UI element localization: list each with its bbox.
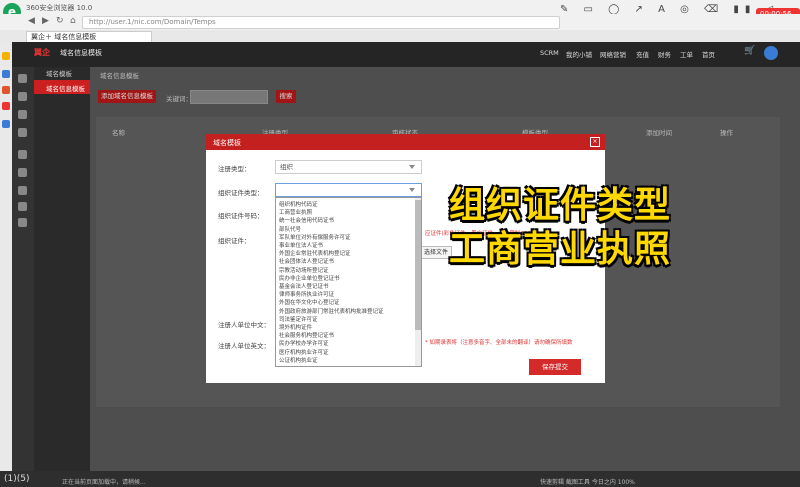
keyword-label: 关键词： [166,95,192,103]
top-nav-finance[interactable]: 财务 [658,49,671,59]
dropdown-option[interactable]: 社会团体法人登记证书 [279,257,334,265]
dropdown-option[interactable]: 外国在华文化中心登记证 [279,298,340,306]
page-counter: (1)(5) [4,474,30,484]
rail-lock-icon[interactable] [18,186,27,195]
cert-type-label: 组织证件类型： [218,189,264,197]
dropdown-option[interactable]: 军队单位对外有偿服务许可证 [279,233,351,241]
browser-title: 360安全浏览器 10.0 [26,4,93,12]
keyword-input[interactable] [190,90,268,104]
favorite-icon[interactable] [2,52,10,60]
registrant-en-label: 注册人单位英文： [218,342,270,350]
dropdown-scrollbar[interactable] [415,198,421,366]
app-sidebar [34,67,90,487]
cert-type-dropdown[interactable]: 组织机构代码证 工商营业执照 统一社会信用代码证书 部队代号 军队单位对外有偿服务许可证… [275,197,422,367]
dropdown-option[interactable]: 境外机构证件 [279,323,312,331]
table-header-actions: 操作 [720,129,733,137]
rail-home-icon[interactable] [18,74,27,83]
dropdown-option[interactable]: 组织机构代码证 [279,200,318,208]
sidebar-item-domain-info-template[interactable]: 域名信息模板 [46,83,85,93]
cart-icon[interactable]: 🛒 [744,46,755,56]
cert-type-select[interactable] [275,183,422,197]
doc-icon[interactable] [2,120,10,128]
dropdown-scroll-thumb[interactable] [415,200,421,330]
dropdown-option[interactable]: 外国政府旅游部门常驻代表机构批准登记证 [279,307,384,315]
save-submit-button[interactable]: 保存提交 [529,359,581,375]
weibo-icon[interactable] [2,86,10,94]
reg-type-value: 组织 [280,163,293,171]
dropdown-option[interactable]: 社会服务机构登记证书 [279,331,334,339]
top-nav-marketing[interactable]: 网络营销 [600,49,626,59]
rail-chart-icon[interactable] [18,128,27,137]
rail-cart-icon[interactable] [18,168,27,177]
rail-list-icon[interactable] [18,110,27,119]
rail-expand-icon[interactable] [18,150,27,159]
header-page-title: 域名信息模板 [60,49,102,57]
table-header-added-time: 添加时间 [646,129,672,137]
dropdown-option[interactable]: 外国企业常驻代表机构登记证 [279,249,351,257]
modal-close-button[interactable]: × [590,137,600,147]
cert-no-label: 组织证件号码： [218,212,264,220]
reg-type-select[interactable]: 组织 [275,160,422,174]
top-nav-shop[interactable]: 我的小铺 [566,49,592,59]
dropdown-option[interactable]: 部队代号 [279,225,301,233]
add-template-button[interactable]: 添加域名信息模板 [98,90,156,103]
dropdown-option[interactable]: 律师事务所执业许可证 [279,290,334,298]
dropdown-option[interactable]: 工商营业执照 [279,208,312,216]
back-icon[interactable]: ◀ [28,16,35,26]
dropdown-option[interactable]: 司法鉴定许可证 [279,315,318,323]
reg-type-label: 注册类型： [218,165,251,173]
dropdown-option[interactable]: 事业单位法人证书 [279,241,323,249]
rail-user-icon[interactable] [18,92,27,101]
top-nav-scrm[interactable]: SCRM [540,49,559,57]
dropdown-option[interactable]: 基金会法人登记证书 [279,282,329,290]
dropdown-option[interactable]: 民办学校办学许可证 [279,339,329,347]
top-nav-home[interactable]: 首页 [702,49,715,59]
forward-icon[interactable]: ▶ [42,16,49,26]
dropdown-option[interactable]: 医疗机构执业许可证 [279,348,329,356]
avatar[interactable] [764,46,778,60]
table-header-name: 名称 [112,129,125,137]
address-bar[interactable]: http://user.1/nic.com/Domain/Temps [82,16,560,29]
dropdown-option[interactable]: 宗教活动场所登记证 [279,266,329,274]
registrant-cn-label: 注册人单位中文： [218,321,270,329]
top-nav-recharge[interactable]: 充值 [636,49,649,59]
dropdown-option[interactable]: 统一社会信用代码证书 [279,216,334,224]
chevron-down-icon [409,188,415,192]
mail-icon[interactable] [2,70,10,78]
chevron-down-icon [409,165,415,169]
top-nav-ticket[interactable]: 工单 [680,49,693,59]
breadcrumb: 域名信息模板 [100,72,139,80]
refresh-icon[interactable]: ↻ [56,16,64,26]
news-icon[interactable] [2,102,10,110]
dropdown-option[interactable]: 民办非企业单位登记证书 [279,274,340,282]
home-icon[interactable]: ⌂ [70,16,76,26]
dropdown-option[interactable]: 公证机构执业证 [279,356,318,364]
sidebar-item-domain-template[interactable]: 域名模板 [46,68,72,78]
cert-label: 组织证件： [218,237,251,245]
search-button[interactable]: 搜索 [276,90,296,103]
modal-header [206,134,605,150]
brand-logo[interactable]: 翼企 [34,47,50,58]
choose-file-button[interactable]: 选择文件 [420,246,452,259]
modal-title: 域名模板 [213,139,241,147]
rail-settings-icon[interactable] [18,218,27,227]
status-text: 正在当前页面加载中，请稍候... [62,479,146,486]
registrant-hint: * 如期录表将（注意多音字、全部未的翻译）请勿确保所填数 [425,340,573,346]
caption-line-2: 工商营业执照 [449,229,672,270]
status-tools[interactable]: 快速剪辑 截图工具 今日之内 100% [540,477,635,486]
rail-drop-icon[interactable] [18,202,27,211]
